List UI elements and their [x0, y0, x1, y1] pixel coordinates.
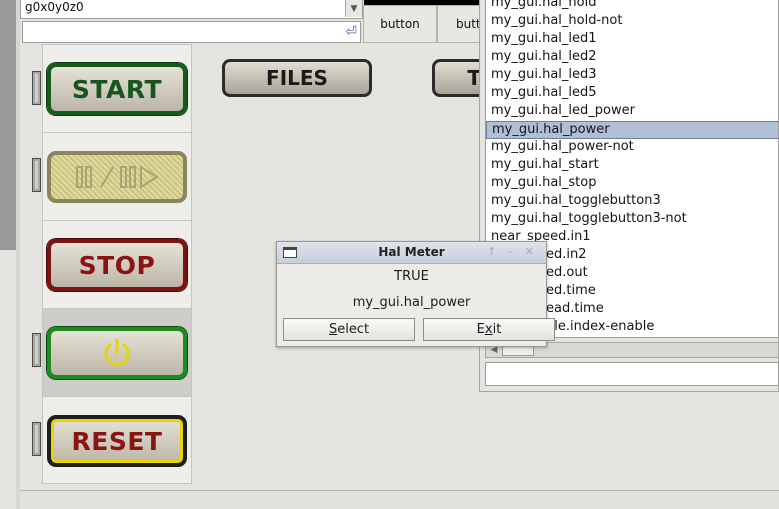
window-left-margin: [16, 0, 20, 509]
stop-button[interactable]: STOP: [47, 239, 187, 291]
list-item[interactable]: my_gui.hal_led_power: [491, 102, 635, 120]
list-item[interactable]: my_gui.hal_led1: [491, 30, 597, 48]
list-item[interactable]: my_gui.hal_power-not: [491, 138, 634, 156]
list-item[interactable]: my_gui.hal_togglebutton3-not: [491, 210, 687, 228]
exit-mnemonic: x: [484, 322, 493, 337]
led-reset: [32, 422, 41, 456]
power-cell: [43, 309, 191, 397]
list-item[interactable]: my_gui.hal_start: [491, 156, 599, 174]
dialog-titlebar[interactable]: Hal Meter ↑ – ✕: [277, 242, 546, 264]
return-arrow-icon[interactable]: ⏎: [345, 24, 357, 40]
pin-filter-input[interactable]: [485, 362, 779, 386]
list-item[interactable]: my_gui.hal_led3: [491, 66, 597, 84]
list-item[interactable]: my_gui.hal_hold: [491, 0, 596, 12]
control-button-column: START STOP RESET: [42, 44, 192, 484]
pause-step-icon: [76, 165, 159, 189]
list-item[interactable]: ead.time: [546, 300, 604, 318]
window-controls-icon[interactable]: ↑ – ✕: [487, 245, 538, 258]
list-item[interactable]: my_gui.hal_hold-not: [491, 12, 622, 30]
files-button[interactable]: FILES: [222, 59, 372, 97]
list-item[interactable]: my_gui.hal_togglebutton3: [491, 192, 661, 210]
start-cell: START: [43, 45, 191, 133]
select-button[interactable]: Select: [283, 318, 415, 341]
select-mnemonic: S: [328, 322, 338, 337]
reset-button[interactable]: RESET: [47, 415, 187, 467]
top-button-1[interactable]: button: [363, 5, 437, 43]
status-bar: [20, 490, 779, 509]
top-button-2[interactable]: butt: [437, 5, 485, 43]
exit-label-end: it: [492, 322, 502, 337]
list-item[interactable]: my_gui.hal_led2: [491, 48, 597, 66]
combo-value: g0x0y0z0: [25, 0, 84, 14]
list-item[interactable]: dle.index-enable: [546, 318, 654, 336]
list-item[interactable]: ed.out: [546, 264, 588, 282]
meter-value: TRUE: [394, 269, 429, 284]
list-item[interactable]: my_gui.hal_stop: [491, 174, 597, 192]
start-label: START: [71, 74, 163, 104]
exit-label-start: E: [476, 322, 485, 337]
reset-cell: RESET: [43, 397, 191, 485]
start-button[interactable]: START: [47, 63, 187, 115]
led-pause: [32, 158, 41, 192]
led-start: [32, 71, 41, 105]
pause-button[interactable]: [47, 151, 187, 203]
led-power: [32, 333, 41, 367]
reset-label: RESET: [71, 426, 163, 456]
list-item[interactable]: ed.in2: [546, 246, 587, 264]
list-item-selected[interactable]: my_gui.hal_power: [486, 121, 778, 139]
exit-button[interactable]: Ex it: [423, 318, 555, 341]
window-left-border: [0, 0, 16, 250]
stop-label: STOP: [78, 250, 156, 280]
list-item[interactable]: ed.time: [546, 282, 596, 300]
power-button[interactable]: [47, 327, 187, 379]
stop-cell: STOP: [43, 221, 191, 309]
meter-pin-name: my_gui.hal_power: [352, 295, 471, 310]
chevron-down-icon[interactable]: ▼: [345, 0, 362, 17]
power-icon: [104, 338, 130, 366]
select-label: elect: [337, 322, 370, 337]
list-item[interactable]: my_gui.hal_led5: [491, 84, 597, 102]
hal-meter-dialog: Hal Meter ↑ – ✕ TRUE my_gui.hal_power Se…: [276, 241, 555, 347]
pause-cell: [43, 133, 191, 221]
command-entry[interactable]: ⏎: [22, 21, 361, 43]
command-combo[interactable]: g0x0y0z0 ▼: [20, 0, 363, 19]
